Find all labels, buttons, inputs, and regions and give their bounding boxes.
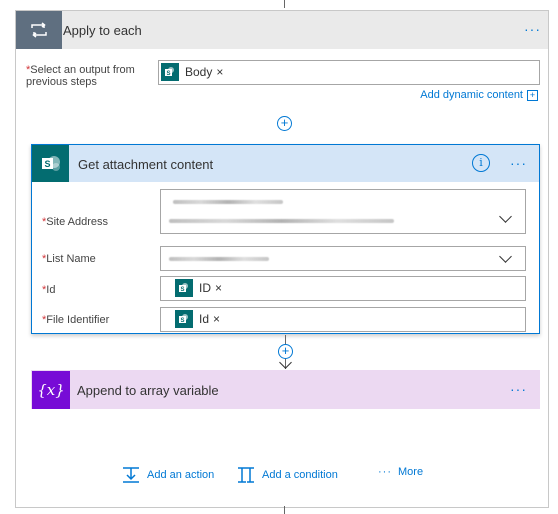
svg-text:S: S [180, 318, 184, 324]
file-id-token[interactable]: S Id × [175, 310, 224, 328]
chevron-down-icon [499, 210, 512, 223]
loop-title: Apply to each [63, 23, 142, 38]
get-attachment-content-card: S Get attachment content i ··· *Site Add… [31, 144, 540, 334]
apply-to-each-container: Apply to each ··· *Select an output from… [15, 10, 549, 508]
variable-icon: {x} [32, 371, 70, 409]
variable-more-icon[interactable]: ··· [510, 381, 527, 397]
sharepoint-icon: S [161, 63, 179, 81]
insert-step-icon[interactable]: + [277, 116, 292, 131]
id-field[interactable]: S ID × [160, 276, 526, 301]
loop-header[interactable]: Apply to each ··· [16, 11, 548, 49]
variable-card-title: Append to array variable [77, 383, 219, 398]
bottom-connector [284, 506, 285, 514]
card-title: Get attachment content [78, 157, 214, 172]
select-output-field[interactable]: S Body × [158, 60, 540, 85]
add-action-icon [123, 467, 139, 483]
remove-token-icon[interactable]: × [215, 281, 222, 295]
add-action-button[interactable]: Add an action [121, 466, 214, 484]
more-button[interactable]: ··· More [378, 466, 423, 478]
add-dynamic-content-link[interactable]: Add dynamic content + [420, 89, 538, 101]
info-icon[interactable]: i [472, 154, 490, 172]
svg-text:S: S [166, 71, 170, 77]
select-output-label: *Select an output from previous steps [26, 64, 135, 88]
file-identifier-label: *File Identifier [42, 314, 110, 326]
loop-icon [16, 11, 62, 49]
more-dots-icon: ··· [378, 466, 392, 478]
site-address-dropdown[interactable] [160, 189, 526, 234]
chevron-down-icon [499, 250, 512, 263]
loop-more-icon[interactable]: ··· [524, 21, 541, 37]
plus-box-icon: + [527, 89, 538, 101]
card-more-icon[interactable]: ··· [510, 155, 527, 171]
add-condition-icon [238, 467, 254, 483]
remove-token-icon[interactable]: × [216, 65, 223, 79]
top-connector [284, 0, 285, 8]
sharepoint-icon: S [175, 279, 193, 297]
file-identifier-field[interactable]: S Id × [160, 307, 526, 332]
id-token[interactable]: S ID × [175, 279, 226, 297]
list-name-label: *List Name [42, 253, 96, 265]
sharepoint-letter: S [44, 159, 50, 169]
redacted-text [173, 200, 283, 204]
sharepoint-icon: S [32, 145, 69, 182]
remove-token-icon[interactable]: × [213, 312, 220, 326]
redacted-text [169, 219, 394, 223]
append-to-array-variable-card[interactable]: {x} Append to array variable ··· [31, 370, 540, 409]
svg-text:S: S [180, 287, 184, 293]
add-condition-button[interactable]: Add a condition [236, 466, 338, 484]
sharepoint-icon: S [175, 310, 193, 328]
redacted-text [169, 257, 269, 261]
body-token[interactable]: S Body × [161, 63, 227, 81]
card-header[interactable]: S Get attachment content i ··· [32, 145, 539, 182]
id-label: *Id [42, 284, 56, 296]
site-address-label: *Site Address [42, 216, 109, 228]
list-name-dropdown[interactable] [160, 246, 526, 271]
